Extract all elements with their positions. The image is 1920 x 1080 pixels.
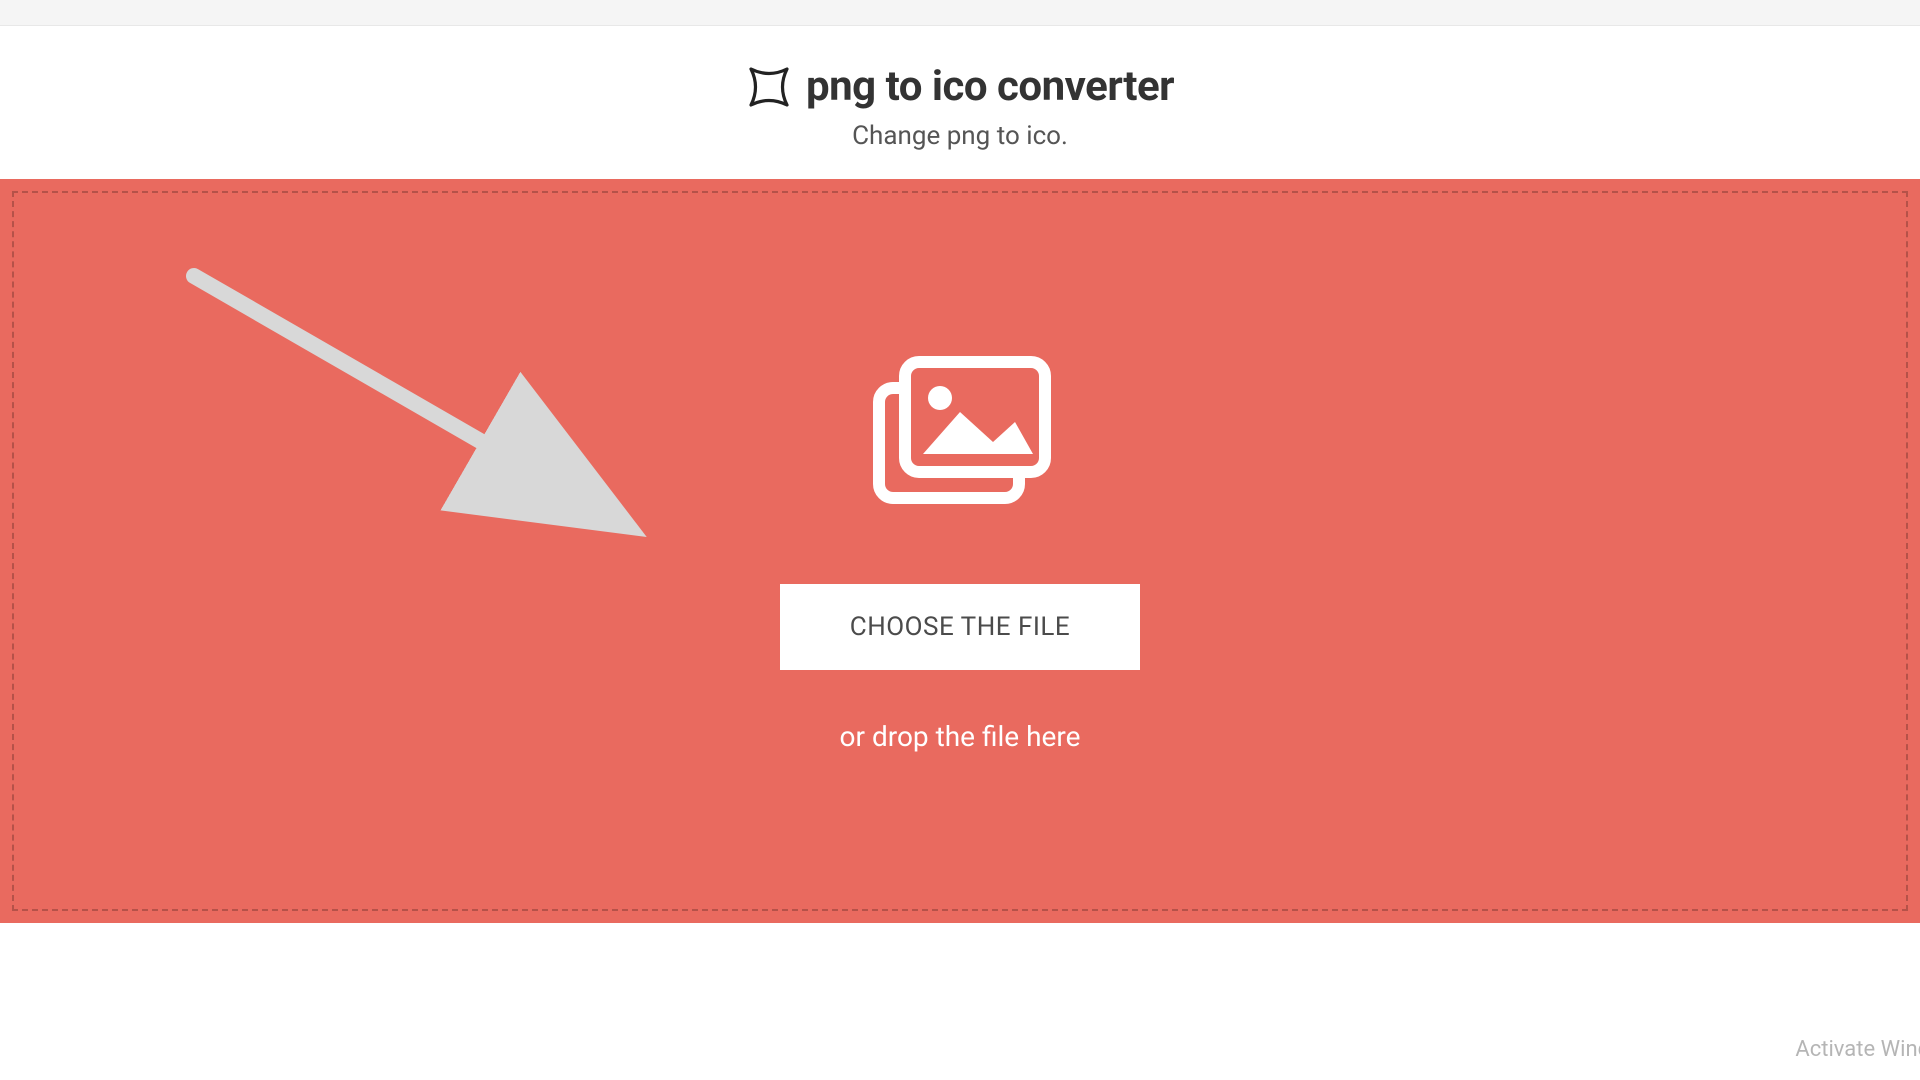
dropzone-container: CHOOSE THE FILE or drop the file here (0, 179, 1920, 923)
file-dropzone[interactable]: CHOOSE THE FILE or drop the file here (12, 191, 1908, 911)
top-spacer (0, 0, 1920, 26)
choose-file-button[interactable]: CHOOSE THE FILE (780, 584, 1140, 670)
page-header: png to ico converter Change png to ico. (0, 26, 1920, 179)
drop-hint-text: or drop the file here (840, 720, 1081, 753)
title-row: png to ico converter (0, 62, 1920, 111)
page-title: png to ico converter (806, 62, 1174, 111)
windows-activation-watermark: Activate Wind (1795, 1037, 1920, 1062)
concave-square-icon (746, 64, 792, 110)
page-subtitle: Change png to ico. (0, 121, 1920, 151)
image-stack-icon (865, 350, 1055, 524)
annotation-arrow-icon (169, 261, 669, 565)
